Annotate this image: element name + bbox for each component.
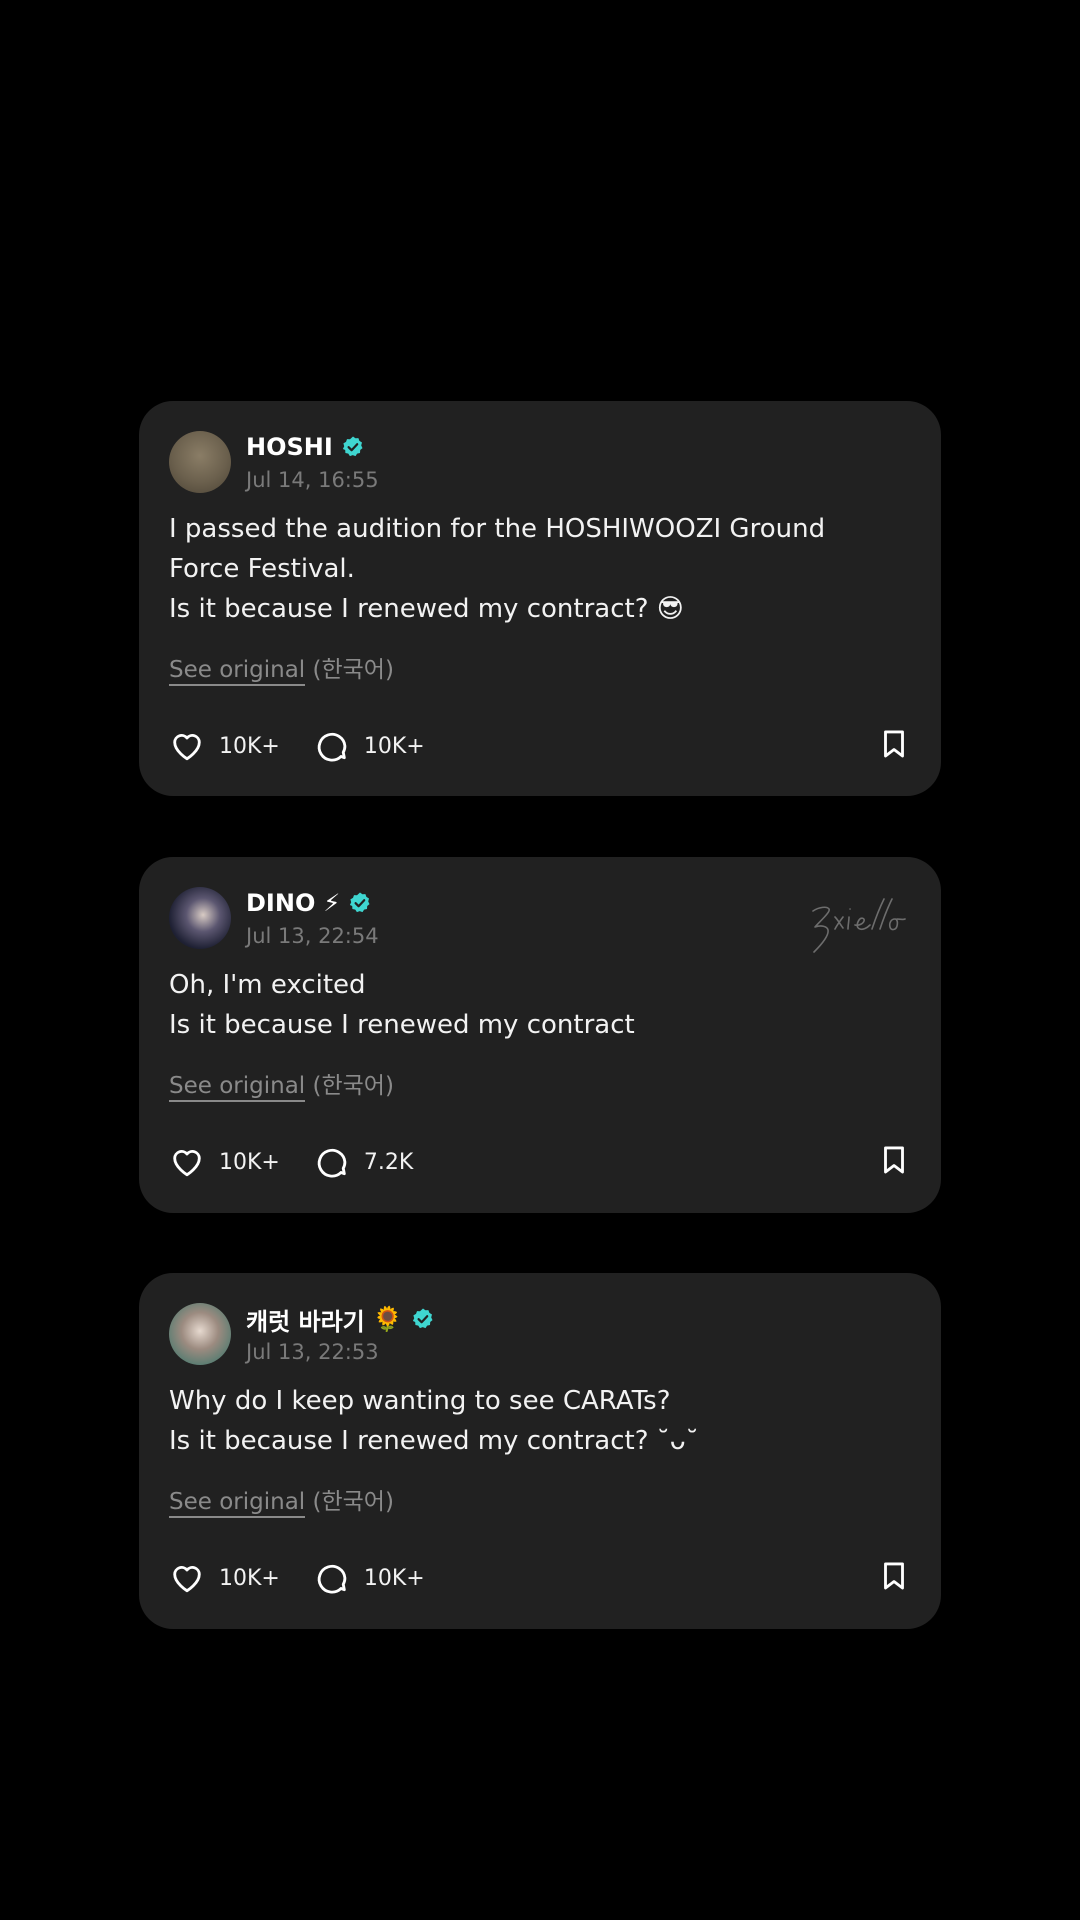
comment-count: 10K+	[363, 733, 425, 759]
post-card[interactable]: 캐럿 바라기 🌻 Jul 13, 22:53 Why do I keep wan…	[139, 1273, 941, 1629]
like-button[interactable]: 10K+	[169, 1560, 280, 1596]
verified-badge-icon	[412, 1308, 433, 1329]
comment-count: 10K+	[363, 1565, 425, 1591]
heart-icon	[173, 1566, 201, 1593]
comment-button[interactable]: 7.2K	[314, 1144, 413, 1180]
verified-badge-icon	[350, 892, 370, 913]
name-row: HOSHI	[246, 429, 365, 465]
language-label: (한국어)	[312, 1073, 394, 1099]
post-text: Why do I keep wanting to see CARATs? Is …	[169, 1386, 699, 1456]
post-card[interactable]: DINO ⚡ Jul 13, 22:54 Oh, I'm excited Is …	[139, 857, 941, 1213]
see-original-row: See original (한국어)	[169, 1066, 394, 1102]
avatar[interactable]	[169, 1303, 231, 1365]
like-count: 10K+	[219, 733, 280, 759]
bookmark-button[interactable]	[877, 1143, 911, 1181]
avatar[interactable]	[169, 887, 231, 949]
action-bar: 10K+ 10K+	[169, 1558, 911, 1598]
like-button[interactable]: 10K+	[169, 1144, 280, 1180]
bookmark-icon	[884, 730, 904, 758]
timestamp: Jul 13, 22:54	[246, 924, 379, 948]
language-label: (한국어)	[312, 657, 394, 683]
comment-count: 7.2K	[363, 1149, 414, 1175]
post-text: Oh, I'm excited Is it because I renewed …	[169, 970, 635, 1040]
action-bar: 10K+ 7.2K	[169, 1142, 911, 1182]
username[interactable]: DINO	[246, 889, 315, 917]
action-bar: 10K+ 10K+	[169, 726, 911, 766]
timestamp: Jul 14, 16:55	[246, 468, 379, 492]
see-original-link[interactable]: See original	[169, 1489, 306, 1518]
post-text: I passed the audition for the HOSHIWOOZI…	[169, 514, 826, 624]
lightning-emoji: ⚡	[323, 889, 341, 917]
timestamp: Jul 13, 22:53	[246, 1340, 379, 1364]
avatar[interactable]	[169, 431, 231, 493]
watermark-signature	[812, 898, 906, 953]
comment-bubble-icon	[317, 732, 347, 762]
name-row: DINO ⚡	[246, 885, 372, 921]
bookmark-button[interactable]	[877, 727, 911, 765]
comment-button[interactable]: 10K+	[314, 1560, 425, 1596]
see-original-row: See original (한국어)	[169, 650, 394, 686]
like-count: 10K+	[219, 1565, 280, 1591]
like-count: 10K+	[219, 1149, 280, 1175]
heart-icon	[173, 1150, 201, 1177]
username[interactable]: 캐럿 바라기	[246, 1302, 365, 1337]
name-row: 캐럿 바라기 🌻	[246, 1301, 435, 1337]
language-label: (한국어)	[312, 1489, 394, 1515]
post-card[interactable]: HOSHI Jul 14, 16:55 I passed the auditio…	[139, 401, 941, 796]
sunflower-emoji: 🌻	[372, 1305, 403, 1333]
verified-badge-icon	[342, 436, 363, 457]
see-original-row: See original (한국어)	[169, 1482, 394, 1518]
bookmark-button[interactable]	[877, 1559, 911, 1597]
bookmark-icon	[884, 1146, 904, 1174]
see-original-link[interactable]: See original	[169, 1073, 306, 1102]
heart-icon	[173, 734, 201, 761]
comment-bubble-icon	[317, 1148, 347, 1178]
see-original-link[interactable]: See original	[169, 657, 306, 686]
username[interactable]: HOSHI	[246, 433, 333, 461]
bookmark-icon	[884, 1562, 904, 1590]
comment-bubble-icon	[317, 1564, 347, 1594]
comment-button[interactable]: 10K+	[314, 728, 425, 764]
like-button[interactable]: 10K+	[169, 728, 280, 764]
